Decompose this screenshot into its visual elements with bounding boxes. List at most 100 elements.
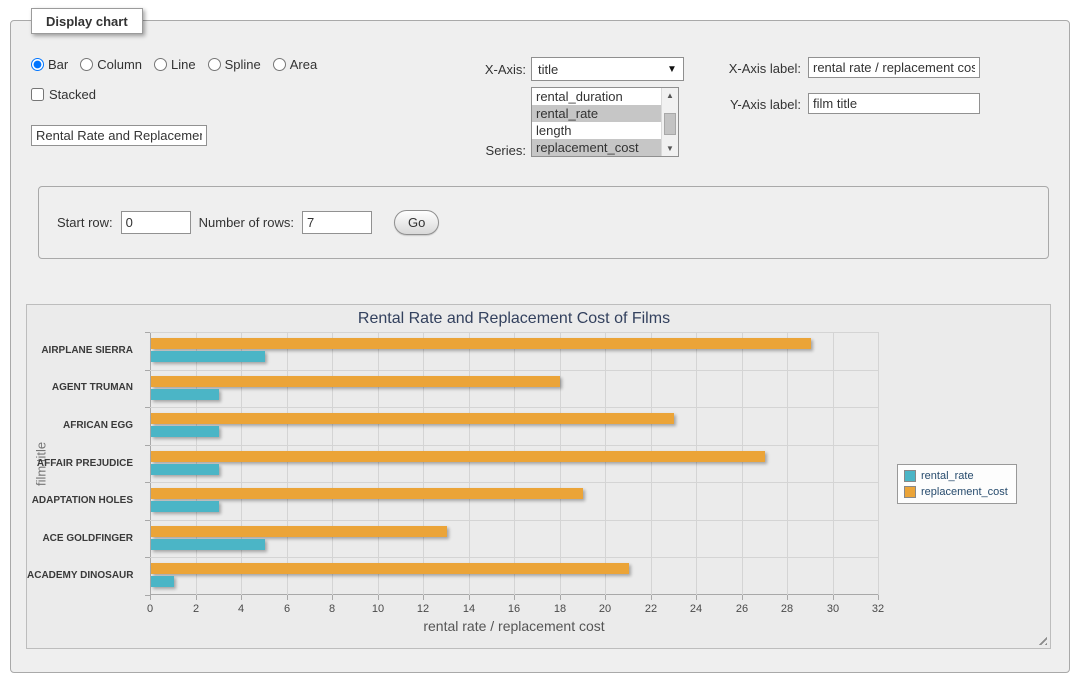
y-tick-mark — [145, 332, 150, 333]
x-axis-field-label: X-Axis label: — [651, 61, 801, 76]
series-option-rental_duration[interactable]: rental_duration — [532, 88, 661, 105]
bar-rental_rate[interactable] — [151, 501, 219, 512]
x-tick-label: 26 — [727, 603, 757, 615]
x-axis-label-input[interactable] — [808, 57, 980, 78]
chart-container: Rental Rate and Replacement Cost of Film… — [26, 304, 1051, 649]
y-tick-mark — [145, 407, 150, 408]
chart-type-radio-spline[interactable] — [208, 58, 221, 71]
chart-title-input[interactable] — [31, 125, 207, 146]
page: Display chart BarColumnLineSplineArea St… — [0, 0, 1081, 681]
bar-replacement_cost[interactable] — [151, 563, 629, 574]
bar-replacement_cost[interactable] — [151, 526, 447, 537]
x-tick-mark — [833, 595, 834, 600]
fieldset-legend: Display chart — [31, 8, 143, 34]
x-tick-label: 24 — [681, 603, 711, 615]
legend-label: replacement_cost — [921, 486, 1008, 498]
chart-type-radio-line[interactable] — [154, 58, 167, 71]
y-gridline — [150, 520, 878, 521]
y-gridline — [150, 332, 878, 333]
x-tick-mark — [742, 595, 743, 600]
chart-type-label-spline: Spline — [225, 57, 261, 72]
x-gridline — [651, 332, 652, 595]
scroll-down-icon[interactable]: ▼ — [662, 141, 678, 156]
bar-replacement_cost[interactable] — [151, 488, 583, 499]
y-tick-mark — [145, 557, 150, 558]
chart-type-label-line: Line — [171, 57, 196, 72]
y-gridline — [150, 445, 878, 446]
x-tick-mark — [651, 595, 652, 600]
x-tick-label: 16 — [499, 603, 529, 615]
x-tick-label: 20 — [590, 603, 620, 615]
y-axis-field-label: Y-Axis label: — [651, 97, 801, 112]
x-tick-label: 32 — [863, 603, 893, 615]
x-tick-mark — [696, 595, 697, 600]
chart-type-radio-bar[interactable] — [31, 58, 44, 71]
x-tick-label: 10 — [363, 603, 393, 615]
num-rows-input[interactable] — [302, 211, 372, 234]
chart-type-radio-column[interactable] — [80, 58, 93, 71]
bar-rental_rate[interactable] — [151, 464, 219, 475]
x-gridline — [469, 332, 470, 595]
bar-rental_rate[interactable] — [151, 539, 265, 550]
y-tick-mark — [145, 595, 150, 596]
series-option-length[interactable]: length — [532, 122, 661, 139]
x-gridline — [241, 332, 242, 595]
category-label: AIRPLANE SIERRA — [27, 344, 142, 358]
x-tick-label: 8 — [317, 603, 347, 615]
x-tick-mark — [423, 595, 424, 600]
category-label: AFFAIR PREJUDICE — [27, 457, 142, 471]
legend-item-rental_rate[interactable]: rental_rate — [904, 470, 1008, 482]
category-label: AFRICAN EGG — [27, 419, 142, 433]
legend-label: rental_rate — [921, 470, 974, 482]
series-list-label: Series: — [431, 143, 526, 158]
x-tick-label: 22 — [636, 603, 666, 615]
bar-replacement_cost[interactable] — [151, 413, 674, 424]
x-tick-mark — [378, 595, 379, 600]
chart-type-label-bar: Bar — [48, 57, 68, 72]
bar-replacement_cost[interactable] — [151, 338, 811, 349]
x-tick-label: 14 — [454, 603, 484, 615]
x-tick-label: 30 — [818, 603, 848, 615]
x-gridline — [878, 332, 879, 595]
x-tick-mark — [196, 595, 197, 600]
chart-type-radio-group: BarColumnLineSplineArea — [31, 57, 325, 72]
bar-rental_rate[interactable] — [151, 389, 219, 400]
x-gridline — [833, 332, 834, 595]
x-tick-label: 6 — [272, 603, 302, 615]
bar-rental_rate[interactable] — [151, 351, 265, 362]
fieldset-legend-label: Display chart — [46, 14, 128, 29]
scrollbar-thumb[interactable] — [664, 113, 676, 135]
x-gridline — [332, 332, 333, 595]
x-axis-select-value: title — [532, 62, 661, 77]
x-gridline — [423, 332, 424, 595]
bar-rental_rate[interactable] — [151, 426, 219, 437]
resize-handle-icon[interactable] — [1037, 635, 1047, 645]
y-axis-label-input[interactable] — [808, 93, 980, 114]
bar-replacement_cost[interactable] — [151, 451, 765, 462]
stacked-checkbox[interactable] — [31, 88, 44, 101]
category-label: AGENT TRUMAN — [27, 381, 142, 395]
x-gridline — [378, 332, 379, 595]
x-tick-label: 28 — [772, 603, 802, 615]
series-option-rental_rate[interactable]: rental_rate — [532, 105, 661, 122]
y-tick-mark — [145, 370, 150, 371]
row-range-panel: Start row: Number of rows: Go — [38, 186, 1049, 259]
stacked-row: Stacked — [31, 87, 96, 102]
chart-type-radio-area[interactable] — [273, 58, 286, 71]
chart-type-label-column: Column — [97, 57, 142, 72]
x-tick-label: 18 — [545, 603, 575, 615]
legend-swatch-icon — [904, 470, 916, 482]
legend-item-replacement_cost[interactable]: replacement_cost — [904, 486, 1008, 498]
start-row-input[interactable] — [121, 211, 191, 234]
x-tick-label: 0 — [135, 603, 165, 615]
x-gridline — [514, 332, 515, 595]
x-tick-mark — [150, 595, 151, 600]
bar-rental_rate[interactable] — [151, 576, 174, 587]
go-button[interactable]: Go — [394, 210, 439, 235]
y-tick-mark — [145, 482, 150, 483]
num-rows-label: Number of rows: — [199, 215, 294, 230]
x-gridline — [605, 332, 606, 595]
series-option-replacement_cost[interactable]: replacement_cost — [532, 139, 661, 156]
y-tick-mark — [145, 520, 150, 521]
bar-replacement_cost[interactable] — [151, 376, 560, 387]
